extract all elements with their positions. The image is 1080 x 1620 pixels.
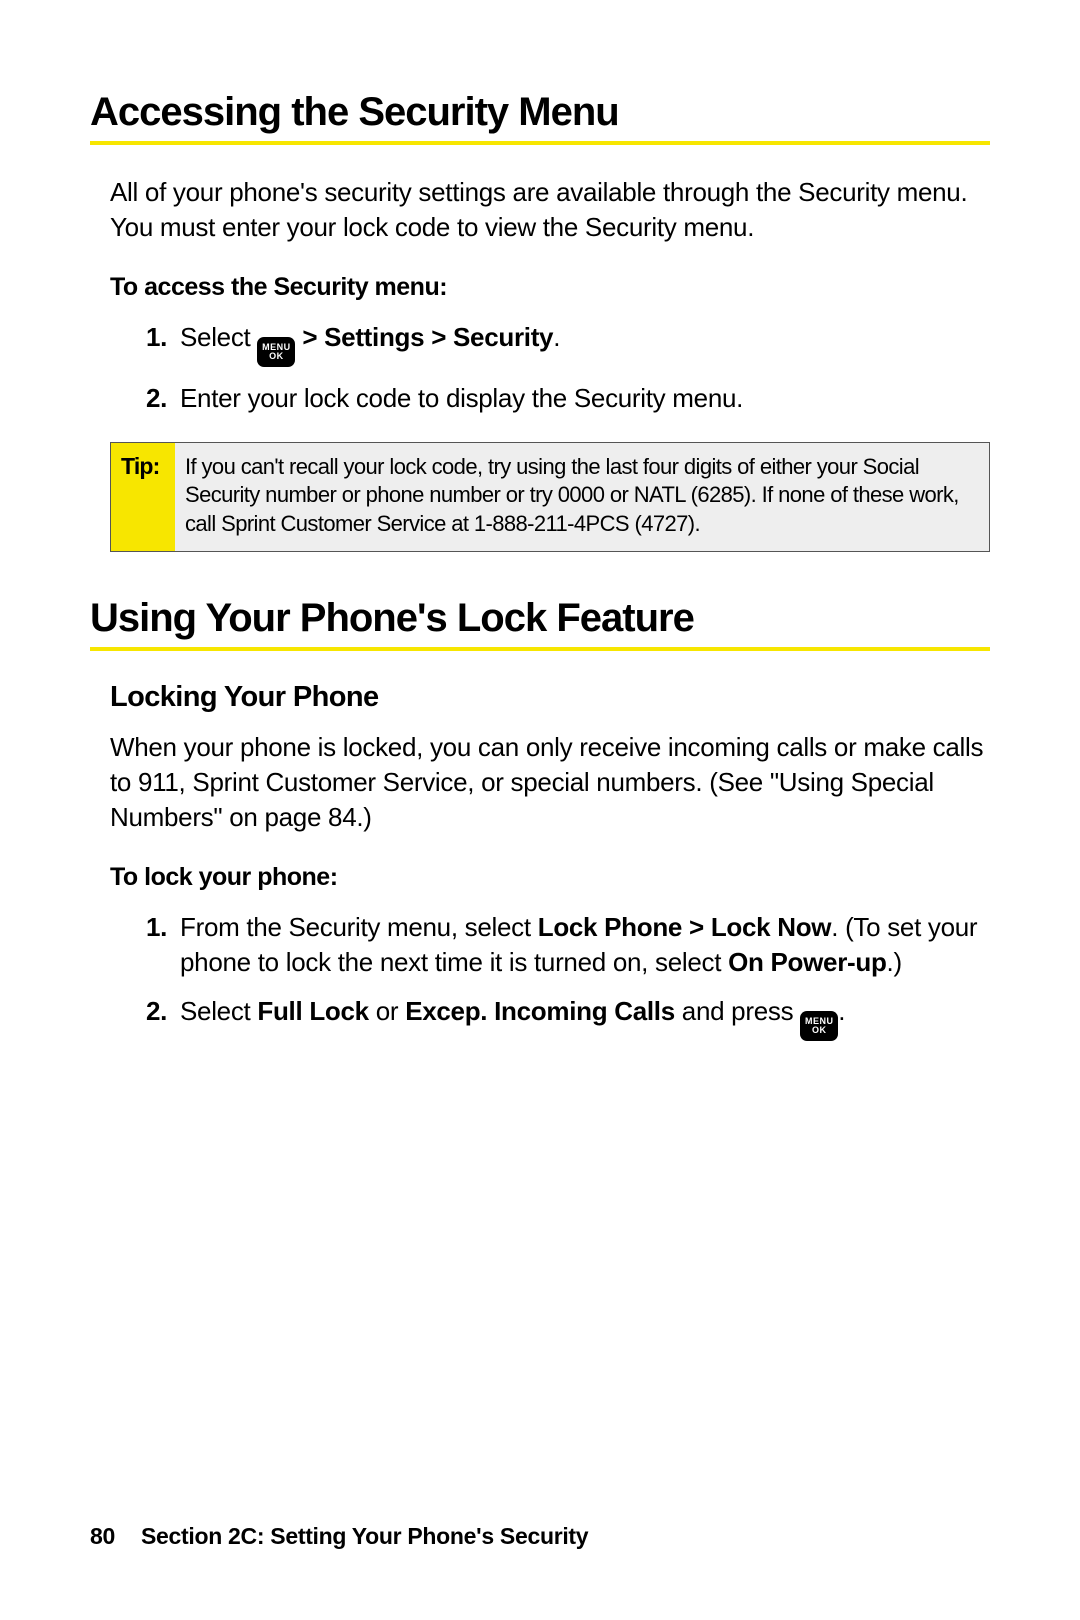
- option-name: On Power-up: [728, 947, 886, 977]
- text: From the Security menu, select: [180, 912, 538, 942]
- step-2: 2. Enter your lock code to display the S…: [146, 381, 990, 416]
- tip-body: If you can't recall your lock code, try …: [175, 443, 989, 551]
- step-1: 1. Select MENUOK > Settings > Security.: [146, 320, 990, 367]
- menu-path: > Settings > Security: [295, 322, 553, 352]
- option-name: Excep. Incoming Calls: [405, 996, 675, 1026]
- step-1: 1. From the Security menu, select Lock P…: [146, 910, 990, 980]
- text: or: [369, 996, 405, 1026]
- text: Select: [180, 322, 257, 352]
- option-name: Full Lock: [257, 996, 368, 1026]
- text: .: [838, 996, 845, 1026]
- intro-paragraph-1: All of your phone's security settings ar…: [110, 175, 990, 245]
- lead-access-security: To access the Security menu:: [110, 273, 990, 302]
- menu-path: Lock Phone > Lock Now: [538, 912, 831, 942]
- menu-ok-icon: MENUOK: [257, 337, 295, 367]
- icon-bottom-text: OK: [269, 352, 284, 361]
- heading-lock-feature: Using Your Phone's Lock Feature: [90, 596, 990, 651]
- step-body: Select MENUOK > Settings > Security.: [180, 320, 990, 367]
- page-footer: 80 Section 2C: Setting Your Phone's Secur…: [90, 1523, 588, 1550]
- icon-bottom-text: OK: [812, 1026, 827, 1035]
- step-body: From the Security menu, select Lock Phon…: [180, 910, 990, 980]
- step-body: Select Full Lock or Excep. Incoming Call…: [180, 994, 990, 1041]
- lead-lock-phone: To lock your phone:: [110, 863, 990, 892]
- text: Select: [180, 996, 257, 1026]
- step-2: 2. Select Full Lock or Excep. Incoming C…: [146, 994, 990, 1041]
- tip-label: Tip:: [111, 443, 175, 551]
- step-body: Enter your lock code to display the Secu…: [180, 381, 990, 416]
- menu-ok-icon: MENUOK: [800, 1011, 838, 1041]
- section-title: Section 2C: Setting Your Phone's Securit…: [141, 1523, 588, 1549]
- text: .: [553, 322, 560, 352]
- steps-access-security: 1. Select MENUOK > Settings > Security. …: [146, 320, 990, 416]
- step-number: 1.: [146, 910, 180, 980]
- step-number: 2.: [146, 994, 180, 1041]
- text: .): [887, 947, 902, 977]
- text: and press: [675, 996, 800, 1026]
- subheading-locking-phone: Locking Your Phone: [110, 681, 990, 714]
- steps-lock-phone: 1. From the Security menu, select Lock P…: [146, 910, 990, 1041]
- page-number: 80: [90, 1523, 115, 1549]
- tip-callout: Tip: If you can't recall your lock code,…: [110, 442, 990, 552]
- step-number: 1.: [146, 320, 180, 367]
- step-number: 2.: [146, 381, 180, 416]
- heading-accessing-security: Accessing the Security Menu: [90, 90, 990, 145]
- manual-page: Accessing the Security Menu All of your …: [0, 0, 1080, 1041]
- intro-paragraph-2: When your phone is locked, you can only …: [110, 730, 990, 835]
